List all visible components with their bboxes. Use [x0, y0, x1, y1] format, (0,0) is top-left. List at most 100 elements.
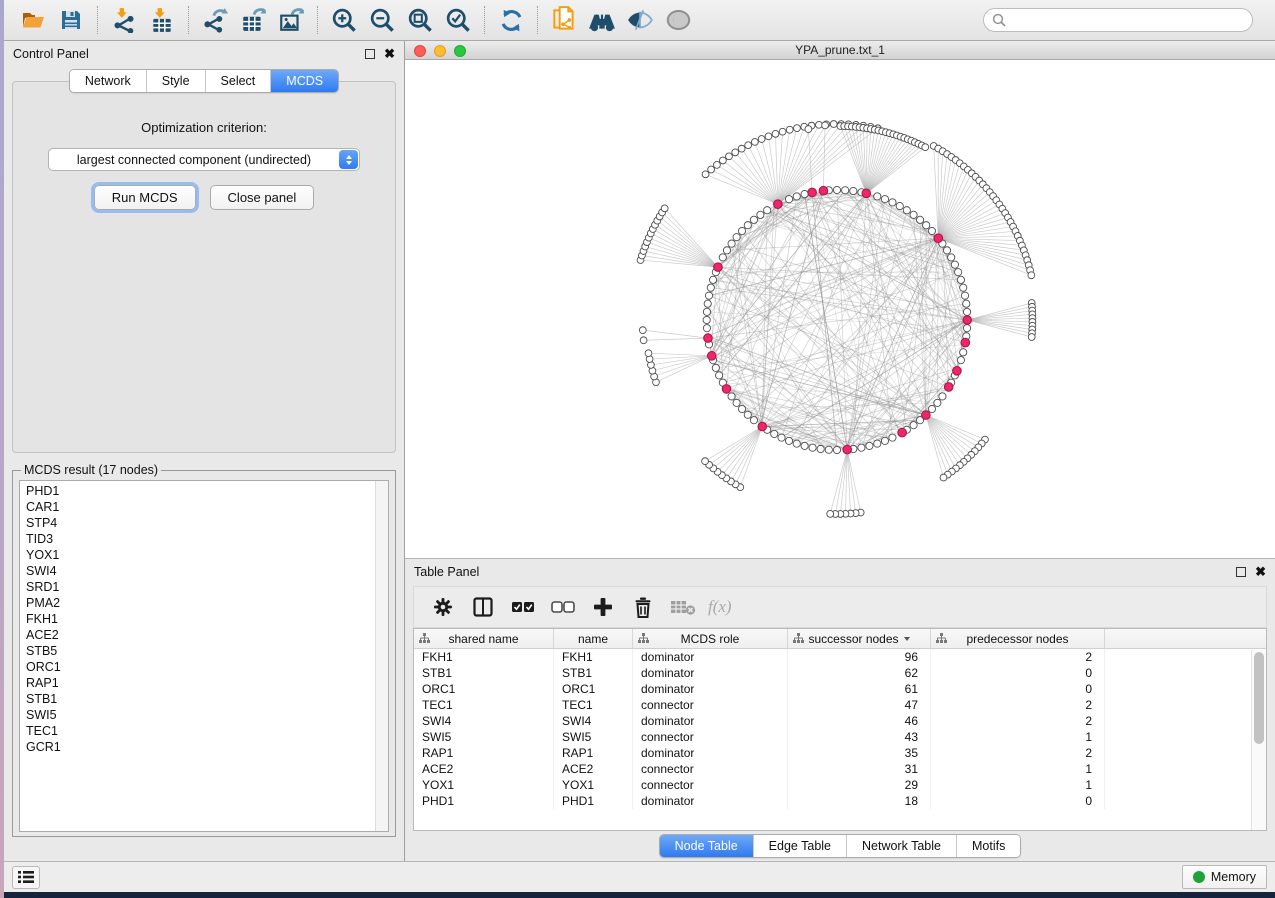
table-cell[interactable]: 0: [931, 793, 1105, 809]
tab-node-table[interactable]: Node Table: [660, 835, 754, 857]
table-cell[interactable]: dominator: [633, 745, 788, 761]
zoom-out-button[interactable]: [365, 4, 399, 36]
table-cell[interactable]: 46: [788, 713, 931, 729]
table-cell[interactable]: 61: [788, 681, 931, 697]
mcds-node-item[interactable]: SRD1: [26, 579, 388, 595]
table-cell[interactable]: RAP1: [554, 745, 633, 761]
table-cell[interactable]: dominator: [633, 793, 788, 809]
table-cell[interactable]: dominator: [633, 681, 788, 697]
mcds-node-item[interactable]: TEC1: [26, 723, 388, 739]
table-cell[interactable]: ACE2: [414, 761, 554, 777]
mcds-node-item[interactable]: ORC1: [26, 659, 388, 675]
tab-motifs[interactable]: Motifs: [957, 835, 1020, 857]
import-network-button[interactable]: [107, 4, 141, 36]
table-cell[interactable]: PHD1: [554, 793, 633, 809]
tab-edge-table[interactable]: Edge Table: [754, 835, 847, 857]
delete-column-button[interactable]: [628, 592, 658, 622]
table-cell[interactable]: 1: [931, 761, 1105, 777]
table-cell[interactable]: 2: [931, 649, 1105, 665]
table-cell[interactable]: 2: [931, 713, 1105, 729]
table-row[interactable]: YOX1YOX1connector291: [414, 777, 1266, 793]
table-row[interactable]: ACE2ACE2connector311: [414, 761, 1266, 777]
mcds-node-item[interactable]: PMA2: [26, 595, 388, 611]
table-cell[interactable]: TEC1: [414, 697, 554, 713]
table-cell[interactable]: dominator: [633, 713, 788, 729]
tab-style[interactable]: Style: [147, 70, 206, 92]
table-cell[interactable]: ACE2: [554, 761, 633, 777]
table-cell[interactable]: FKH1: [414, 649, 554, 665]
select-all-button[interactable]: [508, 592, 538, 622]
function-builder-button[interactable]: f(x): [708, 597, 732, 617]
birds-eye-view-button[interactable]: [661, 4, 695, 36]
apply-layout-button[interactable]: [494, 4, 528, 36]
mcds-node-item[interactable]: SWI4: [26, 563, 388, 579]
minimize-window-icon[interactable]: [434, 45, 446, 57]
table-scrollbar[interactable]: [1251, 650, 1266, 830]
mcds-node-item[interactable]: STB5: [26, 643, 388, 659]
export-table-button[interactable]: [236, 4, 270, 36]
table-row[interactable]: SWI4SWI4dominator462: [414, 713, 1266, 729]
table-cell[interactable]: 31: [788, 761, 931, 777]
table-row[interactable]: STB1STB1dominator620: [414, 665, 1266, 681]
column-header-successor-nodes[interactable]: successor nodes: [788, 629, 931, 648]
table-cell[interactable]: YOX1: [554, 777, 633, 793]
mcds-node-item[interactable]: FKH1: [26, 611, 388, 627]
zoom-fit-button[interactable]: [403, 4, 437, 36]
table-cell[interactable]: SWI4: [414, 713, 554, 729]
close-table-panel-icon[interactable]: ✖: [1255, 567, 1266, 577]
table-cell[interactable]: connector: [633, 761, 788, 777]
table-cell[interactable]: dominator: [633, 665, 788, 681]
table-cell[interactable]: STB1: [414, 665, 554, 681]
table-cell[interactable]: 29: [788, 777, 931, 793]
table-cell[interactable]: ORC1: [414, 681, 554, 697]
maximize-window-icon[interactable]: [454, 45, 466, 57]
mcds-node-item[interactable]: PHD1: [26, 483, 388, 499]
table-cell[interactable]: FKH1: [554, 649, 633, 665]
column-header-MCDS-role[interactable]: MCDS role: [633, 629, 788, 648]
tab-network[interactable]: Network: [70, 70, 147, 92]
run-mcds-button[interactable]: Run MCDS: [94, 185, 196, 210]
float-panel-icon[interactable]: [365, 49, 375, 59]
close-panel-button[interactable]: Close panel: [210, 185, 315, 210]
tab-mcds[interactable]: MCDS: [271, 70, 338, 92]
table-row[interactable]: FKH1FKH1dominator962: [414, 649, 1266, 665]
table-cell[interactable]: TEC1: [554, 697, 633, 713]
graphics-details-button[interactable]: [623, 4, 657, 36]
network-canvas[interactable]: [405, 60, 1275, 558]
table-cell[interactable]: 1: [931, 777, 1105, 793]
table-row[interactable]: TEC1TEC1connector472: [414, 697, 1266, 713]
column-header-shared-name[interactable]: shared name: [414, 629, 554, 648]
float-table-panel-icon[interactable]: [1236, 567, 1246, 577]
table-cell[interactable]: YOX1: [414, 777, 554, 793]
task-history-button[interactable]: [12, 866, 40, 889]
tab-select[interactable]: Select: [206, 70, 272, 92]
table-cell[interactable]: 1: [931, 729, 1105, 745]
table-cell[interactable]: RAP1: [414, 745, 554, 761]
table-cell[interactable]: 47: [788, 697, 931, 713]
close-panel-icon[interactable]: ✖: [384, 49, 395, 59]
optimization-criterion-select[interactable]: largest connected component (undirected): [48, 148, 360, 171]
table-row[interactable]: SWI5SWI5connector431: [414, 729, 1266, 745]
share-session-button[interactable]: [547, 4, 581, 36]
mcds-node-item[interactable]: TID3: [26, 531, 388, 547]
mcds-node-item[interactable]: SWI5: [26, 707, 388, 723]
search-input[interactable]: [1011, 13, 1244, 27]
table-cell[interactable]: 2: [931, 745, 1105, 761]
import-table-button[interactable]: [145, 4, 179, 36]
table-cell[interactable]: connector: [633, 729, 788, 745]
deselect-all-button[interactable]: [548, 592, 578, 622]
table-cell[interactable]: 2: [931, 697, 1105, 713]
table-cell[interactable]: connector: [633, 697, 788, 713]
mcds-node-item[interactable]: GCR1: [26, 739, 388, 755]
column-header-predecessor-nodes[interactable]: predecessor nodes: [931, 629, 1105, 648]
mcds-node-item[interactable]: YOX1: [26, 547, 388, 563]
mcds-node-item[interactable]: RAP1: [26, 675, 388, 691]
table-row[interactable]: PHD1PHD1dominator180: [414, 793, 1266, 809]
table-cell[interactable]: connector: [633, 777, 788, 793]
table-row[interactable]: RAP1RAP1dominator352: [414, 745, 1266, 761]
table-cell[interactable]: 0: [931, 665, 1105, 681]
add-column-button[interactable]: [588, 592, 618, 622]
table-cell[interactable]: dominator: [633, 649, 788, 665]
tab-network-table[interactable]: Network Table: [847, 835, 957, 857]
table-cell[interactable]: SWI4: [554, 713, 633, 729]
